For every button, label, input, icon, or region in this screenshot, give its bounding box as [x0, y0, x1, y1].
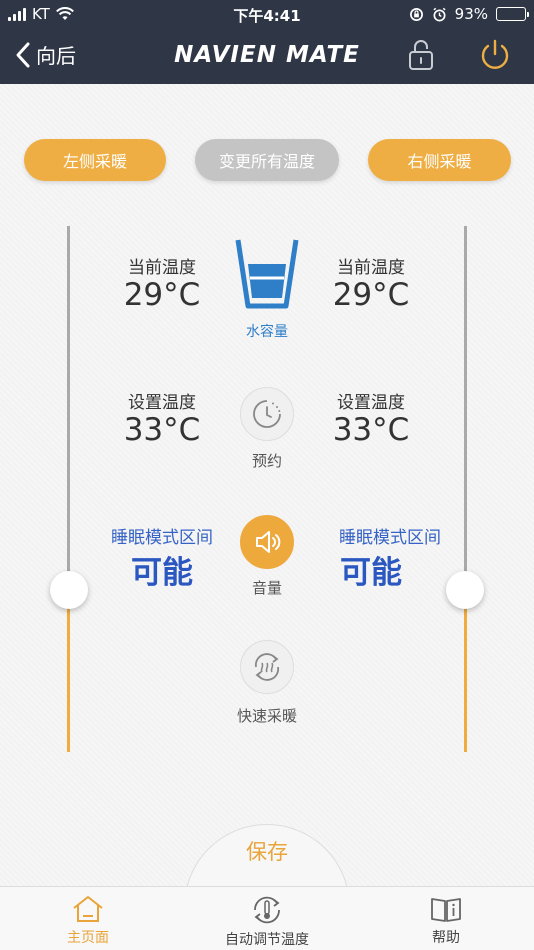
reservation-label: 预约: [251, 452, 282, 470]
clock-icon: [253, 400, 281, 428]
quick-heat-button[interactable]: [240, 640, 294, 694]
tab-auto-temp-label: 自动调节温度: [225, 932, 309, 948]
quick-heat-label: 快速采暖: [236, 707, 297, 725]
battery-percent: 93%: [454, 5, 488, 23]
tab-help[interactable]: 帮助: [376, 895, 516, 947]
left-current-temp-value: 29°C: [123, 277, 201, 313]
change-all-temp-button[interactable]: 变更所有温度: [195, 139, 339, 181]
book-icon: [431, 898, 461, 922]
tab-help-label: 帮助: [432, 930, 460, 946]
left-set-temp-label: 设置温度: [128, 393, 196, 413]
left-sleep-mode-label: 睡眠模式区间: [111, 528, 213, 548]
power-icon[interactable]: [478, 38, 512, 72]
right-set-temp-value[interactable]: 33°C: [301, 412, 441, 448]
left-heating-button[interactable]: 左侧采暖: [24, 139, 166, 181]
right-sleep-mode-value: 可能: [340, 555, 402, 591]
status-bar: KT 下午4:41 93%: [0, 0, 534, 28]
water-level-label: 水容量: [246, 324, 288, 340]
right-current-temp-label: 当前温度: [337, 258, 405, 278]
left-slider-track-lower: [67, 590, 70, 752]
nav-bar: 向后 NAVIEN MATE: [0, 28, 534, 84]
rotation-lock-icon: [409, 7, 423, 21]
right-slider-track-lower: [464, 590, 467, 752]
quick-heat-icon: [254, 653, 280, 681]
thermo-cycle-icon: [254, 896, 280, 924]
left-sleep-mode-value: 可能: [131, 555, 193, 591]
right-set-temp-label: 设置温度: [337, 393, 405, 413]
save-button[interactable]: 保存: [184, 836, 350, 866]
right-slider-handle[interactable]: [446, 571, 484, 609]
volume-label: 音量: [251, 579, 282, 597]
water-level-icon[interactable]: [234, 236, 300, 312]
tab-home-label: 主页面: [67, 930, 109, 946]
brand-logo: NAVIEN MATE: [174, 42, 360, 68]
home-icon: [73, 896, 103, 922]
right-heating-button[interactable]: 右侧采暖: [368, 139, 511, 181]
right-current-temp-value: 29°C: [332, 277, 410, 313]
left-current-temp-label: 当前温度: [128, 258, 196, 278]
volume-button[interactable]: [240, 515, 294, 569]
tab-auto-temp[interactable]: 自动调节温度: [197, 895, 337, 949]
left-slider-track-upper: [67, 226, 70, 590]
speaker-icon: [256, 531, 281, 553]
main-content: 左侧采暖 变更所有温度 右侧采暖 当前温度 29°C 设置温度 33°C 睡眠模…: [0, 84, 534, 950]
status-right: 93%: [409, 5, 529, 23]
reservation-button[interactable]: [240, 387, 294, 441]
alarm-icon: [433, 7, 446, 21]
tab-home[interactable]: 主页面: [18, 895, 158, 947]
lock-icon[interactable]: [406, 38, 436, 72]
left-set-temp-value[interactable]: 33°C: [92, 412, 232, 448]
tab-bar: 主页面 自动调节温度 帮助: [0, 886, 534, 950]
left-slider-handle[interactable]: [50, 571, 88, 609]
right-sleep-mode-label: 睡眠模式区间: [339, 528, 441, 548]
battery-icon: [496, 7, 529, 21]
